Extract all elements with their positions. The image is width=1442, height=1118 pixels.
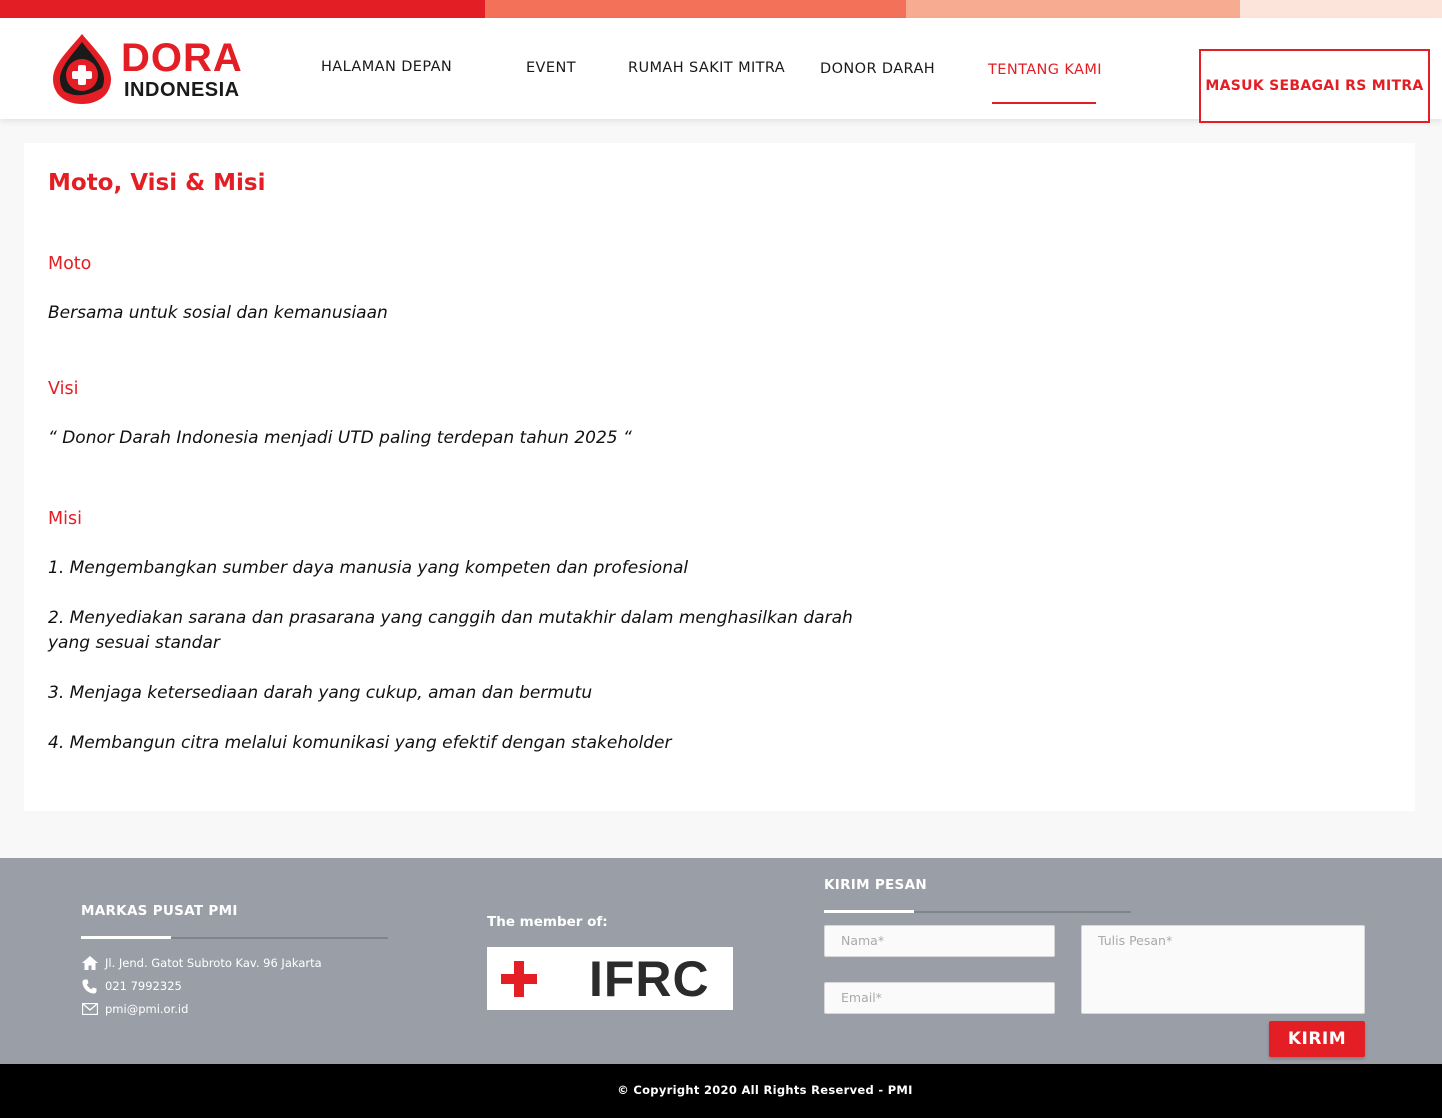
hq-heading: MARKAS PUSAT PMI	[81, 903, 238, 919]
nav-event[interactable]: EVENT	[526, 60, 576, 76]
email-input[interactable]: Email*	[824, 982, 1055, 1014]
nav-tentang-kami[interactable]: TENTANG KAMI	[988, 62, 1102, 78]
logo-subtitle: INDONESIA	[124, 79, 240, 101]
top-color-strip	[0, 0, 1442, 18]
logo-title: DORA	[121, 36, 243, 80]
site-header: DORA INDONESIA HALAMAN DEPAN EVENT RUMAH…	[0, 18, 1442, 123]
nav-rumah-sakit-mitra[interactable]: RUMAH SAKIT MITRA	[628, 60, 785, 76]
blood-drop-logo-icon	[53, 34, 111, 104]
ifrc-logo[interactable]: IFRC	[487, 947, 733, 1010]
strip-segment	[906, 0, 1240, 18]
visi-text: “ Donor Darah Indonesia menjadi UTD pali…	[48, 428, 632, 448]
phone-icon	[81, 979, 98, 993]
nav-halaman-depan[interactable]: HALAMAN DEPAN	[321, 59, 452, 75]
phone-text: 021 7992325	[105, 979, 182, 993]
misi-item: 4. Membangun citra melalui komunikasi ya…	[48, 733, 672, 753]
moto-heading: Moto	[48, 254, 92, 274]
strip-segment	[1240, 0, 1442, 18]
email-text[interactable]: pmi@pmi.or.id	[105, 1002, 188, 1016]
nav-donor-darah[interactable]: DONOR DARAH	[820, 61, 935, 77]
misi-item: 1. Mengembangkan sumber daya manusia yan…	[48, 558, 689, 578]
divider-highlight	[81, 936, 171, 939]
misi-item: 2. Menyediakan sarana dan prasarana yang…	[48, 608, 853, 653]
mail-icon	[81, 1002, 98, 1016]
content-card	[24, 143, 1415, 811]
misi-item: 3. Menjaga ketersediaan darah yang cukup…	[48, 683, 593, 703]
copyright-text: © Copyright 2020 All Rights Reserved - P…	[617, 1083, 913, 1097]
divider-highlight	[824, 910, 914, 913]
page-title: Moto, Visi & Misi	[48, 170, 266, 196]
strip-segment	[0, 0, 485, 18]
phone-row: 021 7992325	[81, 979, 182, 993]
misi-heading: Misi	[48, 509, 82, 529]
ifrc-wordmark: IFRC	[589, 951, 710, 1007]
contact-heading: KIRIM PESAN	[824, 877, 927, 893]
send-button[interactable]: KIRIM	[1269, 1021, 1365, 1057]
moto-text: Bersama untuk sosial dan kemanusiaan	[48, 303, 388, 323]
login-rs-mitra-button[interactable]: MASUK SEBAGAI RS MITRA	[1199, 49, 1430, 123]
email-row: pmi@pmi.or.id	[81, 1002, 188, 1016]
home-icon	[81, 956, 98, 970]
active-nav-indicator	[992, 102, 1096, 104]
address-row: Jl. Jend. Gatot Subroto Kav. 96 Jakarta	[81, 956, 322, 970]
address-text: Jl. Jend. Gatot Subroto Kav. 96 Jakarta	[105, 956, 322, 970]
member-label: The member of:	[487, 914, 608, 930]
strip-segment	[485, 0, 906, 18]
visi-heading: Visi	[48, 379, 79, 399]
logo[interactable]: DORA INDONESIA	[47, 32, 247, 106]
message-textarea[interactable]: Tulis Pesan*	[1081, 925, 1365, 1014]
red-cross-crescent-icon	[501, 961, 565, 997]
name-input[interactable]: Nama*	[824, 925, 1055, 957]
